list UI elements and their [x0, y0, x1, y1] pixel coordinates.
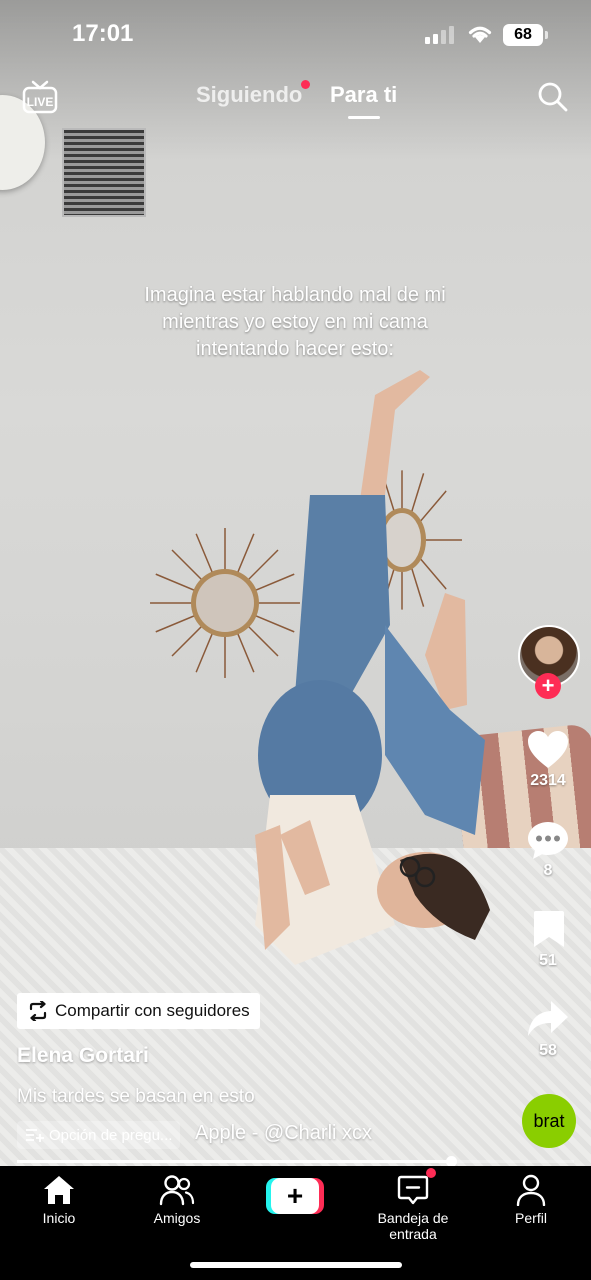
- follow-button[interactable]: +: [535, 673, 561, 699]
- tab-home[interactable]: Inicio: [0, 1174, 118, 1226]
- share-with-followers-button[interactable]: Compartir con seguidores: [17, 993, 260, 1029]
- progress-fill: [17, 1160, 452, 1163]
- battery-tip: [545, 31, 548, 39]
- profile-icon: [516, 1174, 546, 1206]
- friends-icon: [159, 1175, 195, 1206]
- like-count: 2314: [530, 772, 566, 789]
- list-add-icon: [26, 1129, 44, 1142]
- save-count: 51: [539, 952, 557, 969]
- tab-following[interactable]: Siguiendo: [196, 82, 302, 108]
- home-indicator: [190, 1262, 402, 1268]
- tab-profile[interactable]: Perfil: [472, 1174, 590, 1226]
- tab-home-label: Inicio: [42, 1210, 76, 1226]
- air-vent: [62, 128, 146, 217]
- repost-icon: [29, 1001, 47, 1021]
- live-tv-icon[interactable]: LIVE: [22, 80, 58, 114]
- video-overlay-text: Imagina estar hablando mal de mi mientra…: [144, 284, 446, 360]
- active-tab-underline: [348, 116, 380, 119]
- following-notification-dot: [301, 80, 310, 89]
- tab-friends-label: Amigos: [153, 1210, 201, 1226]
- tab-inbox-label: Bandeja de entrada: [377, 1210, 449, 1242]
- video-caption[interactable]: Mis tardes se basan en esto: [17, 1086, 255, 1108]
- inbox-icon: [397, 1175, 429, 1205]
- sound-name[interactable]: Apple - @Charli xcx: [195, 1122, 372, 1145]
- cellular-signal-icon: [425, 26, 454, 44]
- comment-icon[interactable]: [527, 820, 569, 860]
- wifi-icon: [468, 26, 492, 43]
- comment-count: 8: [543, 862, 553, 879]
- create-plus-icon: +: [271, 1178, 319, 1214]
- tab-inbox[interactable]: Bandeja de entrada: [354, 1174, 472, 1242]
- bookmark-icon[interactable]: [533, 910, 565, 948]
- status-bar: 17:01 68: [0, 0, 591, 70]
- tab-for-you[interactable]: Para ti: [330, 82, 397, 108]
- author-name[interactable]: Elena Gortari: [17, 1044, 149, 1068]
- video-progress-bar[interactable]: [17, 1156, 574, 1167]
- home-icon: [44, 1176, 74, 1204]
- share-arrow-icon[interactable]: [527, 1000, 569, 1038]
- video-player[interactable]: Imagina estar hablando mal de mi mientra…: [0, 0, 591, 1166]
- battery-indicator: 68: [503, 24, 543, 46]
- tab-profile-label: Perfil: [515, 1210, 547, 1226]
- person-shoulder-stand: [255, 370, 490, 965]
- search-icon[interactable]: [537, 81, 569, 113]
- status-time: 17:01: [72, 20, 134, 47]
- share-with-followers-label: Compartir con seguidores: [55, 1001, 250, 1020]
- sound-disc[interactable]: brat: [522, 1094, 576, 1148]
- create-button[interactable]: +: [266, 1178, 324, 1214]
- tab-friends[interactable]: Amigos: [118, 1174, 236, 1226]
- question-option-chip[interactable]: Opción de pregu...: [17, 1121, 181, 1149]
- heart-icon[interactable]: [527, 730, 569, 770]
- share-count: 58: [539, 1042, 557, 1059]
- question-option-label: Opción de pregu...: [49, 1126, 173, 1144]
- svg-text:LIVE: LIVE: [27, 95, 54, 109]
- inbox-notification-dot: [426, 1168, 436, 1178]
